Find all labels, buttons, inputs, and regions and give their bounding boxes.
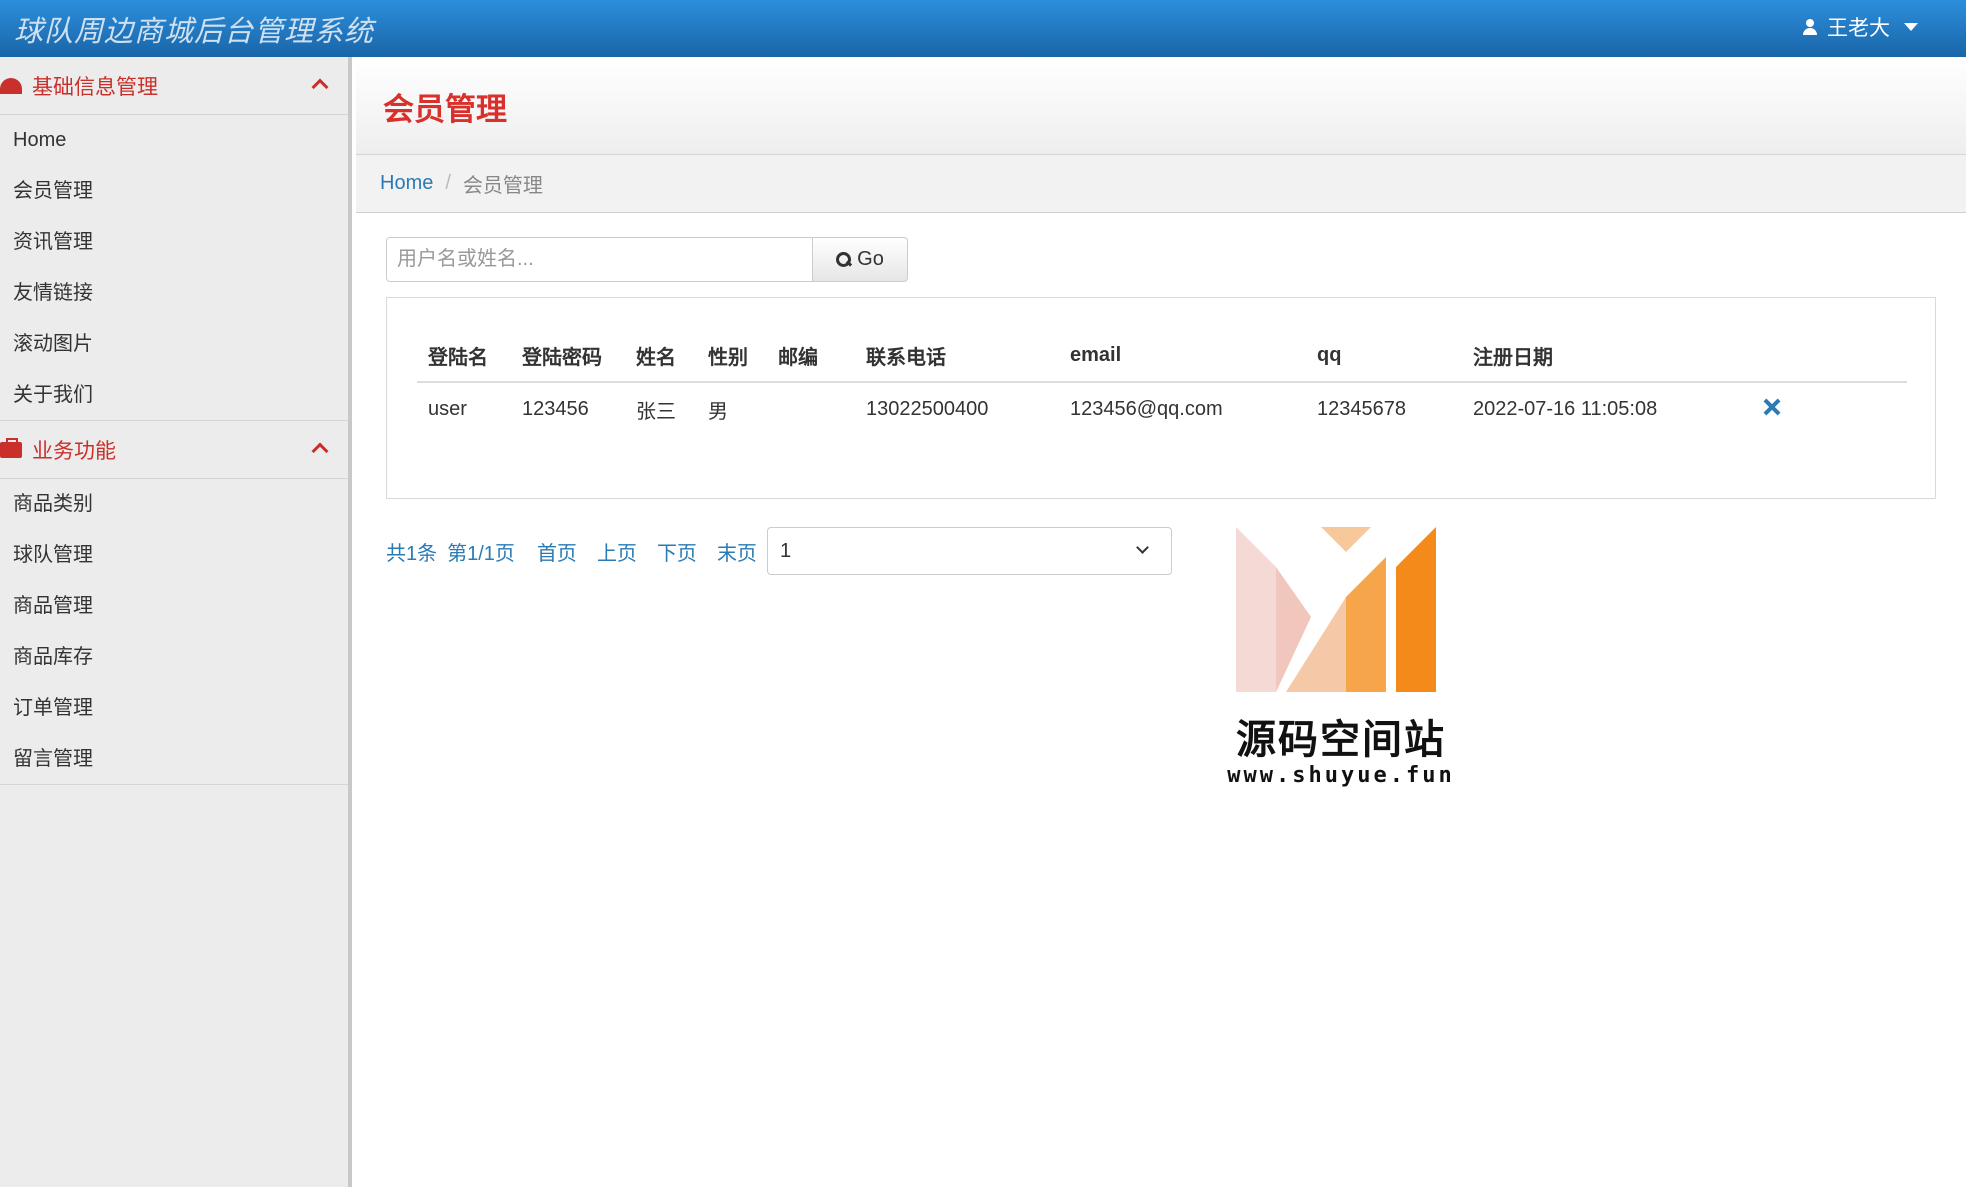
pager-next-link[interactable]: 下页: [657, 537, 697, 566]
column-header-gender: 性别: [697, 330, 767, 383]
top-navbar: 球队周边商城后台管理系统 王老大: [0, 0, 1966, 57]
column-header-password: 登陆密码: [511, 330, 625, 383]
cell-reg-date: 2022-07-16 11:05:08: [1473, 398, 1658, 420]
sidebar-item-categories[interactable]: 商品类别: [0, 479, 348, 530]
page-select[interactable]: 1: [766, 527, 1172, 575]
breadcrumb-current: 会员管理: [462, 175, 543, 197]
user-icon: [1801, 18, 1819, 36]
search-go-label: Go: [857, 248, 884, 270]
column-header-qq: qq: [1306, 330, 1462, 383]
sidebar-list-business: 商品类别 球队管理 商品管理 商品库存 订单管理 留言管理: [0, 479, 348, 785]
dashboard-icon: [0, 77, 22, 94]
members-table: 登陆名 登陆密码 姓名 性别 邮编 联系电话 email qq 注册日期 use…: [417, 330, 1907, 436]
sidebar-item-messages[interactable]: 留言管理: [0, 734, 348, 785]
chevron-down-icon: [1136, 541, 1149, 554]
members-table-panel: 登陆名 登陆密码 姓名 性别 邮编 联系电话 email qq 注册日期 use…: [386, 297, 1936, 499]
pager-total: 共1条: [386, 542, 438, 565]
column-header-actions: [1752, 330, 1907, 383]
watermark-logo: [1236, 527, 1436, 692]
app-title: 球队周边商城后台管理系统: [14, 14, 375, 48]
cell-email: 123456@qq.com: [1070, 398, 1223, 420]
pagination: 共1条 第1/1页 首页 上页 下页 末页 1: [386, 527, 1172, 575]
cell-zip: [767, 382, 855, 436]
cell-gender: 男: [708, 401, 728, 423]
column-header-reg-date: 注册日期: [1462, 330, 1752, 383]
sidebar-item-links[interactable]: 友情链接: [0, 268, 348, 319]
sidebar-item-teams[interactable]: 球队管理: [0, 530, 348, 581]
breadcrumb-home-link[interactable]: Home: [380, 172, 433, 195]
user-name: 王老大: [1827, 17, 1890, 40]
chevron-up-icon[interactable]: [311, 78, 329, 96]
pager-last-link[interactable]: 末页: [717, 537, 757, 566]
sidebar-section-basic-info[interactable]: 基础信息管理: [0, 57, 348, 115]
watermark-url: www.shuyue.fun: [1227, 763, 1455, 788]
column-header-zip: 邮编: [767, 330, 855, 383]
sidebar-item-orders[interactable]: 订单管理: [0, 683, 348, 734]
watermark-text: 源码空间站: [1236, 718, 1446, 762]
table-row: user 123456 张三 男 13022500400 123456@qq.c…: [417, 382, 1907, 436]
pager-first-link[interactable]: 首页: [537, 537, 577, 566]
pager-page-info: 第1/1页: [447, 542, 515, 565]
user-menu[interactable]: 王老大: [1801, 12, 1918, 42]
caret-down-icon: [1904, 23, 1918, 31]
sidebar-list-basic-info: Home 会员管理 资讯管理 友情链接 滚动图片 关于我们: [0, 115, 348, 421]
main-content: 会员管理 Home / 会员管理 Go 登陆名 登陆密码 姓名 性别 邮编 联系…: [356, 57, 1966, 1187]
page-select-value: 1: [779, 539, 792, 562]
sidebar-item-inventory[interactable]: 商品库存: [0, 632, 348, 683]
search-input[interactable]: [386, 237, 813, 282]
page-header: 会员管理: [356, 57, 1966, 155]
search-go-button[interactable]: Go: [813, 237, 908, 282]
sidebar-item-home[interactable]: Home: [0, 115, 348, 166]
table-header-row: 登陆名 登陆密码 姓名 性别 邮编 联系电话 email qq 注册日期: [417, 330, 1907, 383]
cell-actions: [1752, 382, 1907, 436]
search-icon: [836, 252, 852, 267]
column-header-login: 登陆名: [417, 330, 511, 383]
sidebar-item-about[interactable]: 关于我们: [0, 370, 348, 421]
cell-phone: 13022500400: [866, 398, 989, 420]
breadcrumb-separator: /: [445, 172, 451, 194]
sidebar: 基础信息管理 Home 会员管理 资讯管理 友情链接 滚动图片 关于我们 业务功…: [0, 57, 352, 1187]
briefcase-icon: [0, 437, 22, 458]
sidebar-section-title: 业务功能: [32, 439, 116, 463]
column-header-email: email: [1059, 330, 1306, 383]
sidebar-section-business[interactable]: 业务功能: [0, 421, 348, 479]
delete-icon[interactable]: [1763, 398, 1781, 416]
column-header-phone: 联系电话: [855, 330, 1059, 383]
breadcrumb: Home / 会员管理: [356, 155, 1966, 213]
search-bar: Go: [386, 237, 908, 282]
page-title: 会员管理: [383, 92, 507, 127]
sidebar-item-news[interactable]: 资讯管理: [0, 217, 348, 268]
pager-prev-link[interactable]: 上页: [597, 537, 637, 566]
watermark: 源码空间站 www.shuyue.fun: [1226, 507, 1456, 797]
sidebar-item-products[interactable]: 商品管理: [0, 581, 348, 632]
column-header-name: 姓名: [625, 330, 697, 383]
cell-password: 123456: [522, 398, 589, 420]
sidebar-item-members[interactable]: 会员管理: [0, 166, 348, 217]
sidebar-item-carousel[interactable]: 滚动图片: [0, 319, 348, 370]
chevron-up-icon[interactable]: [311, 442, 329, 460]
cell-qq: 12345678: [1317, 398, 1406, 420]
cell-name: 张三: [636, 401, 676, 423]
sidebar-section-title: 基础信息管理: [32, 75, 158, 99]
cell-login: user: [428, 398, 467, 420]
